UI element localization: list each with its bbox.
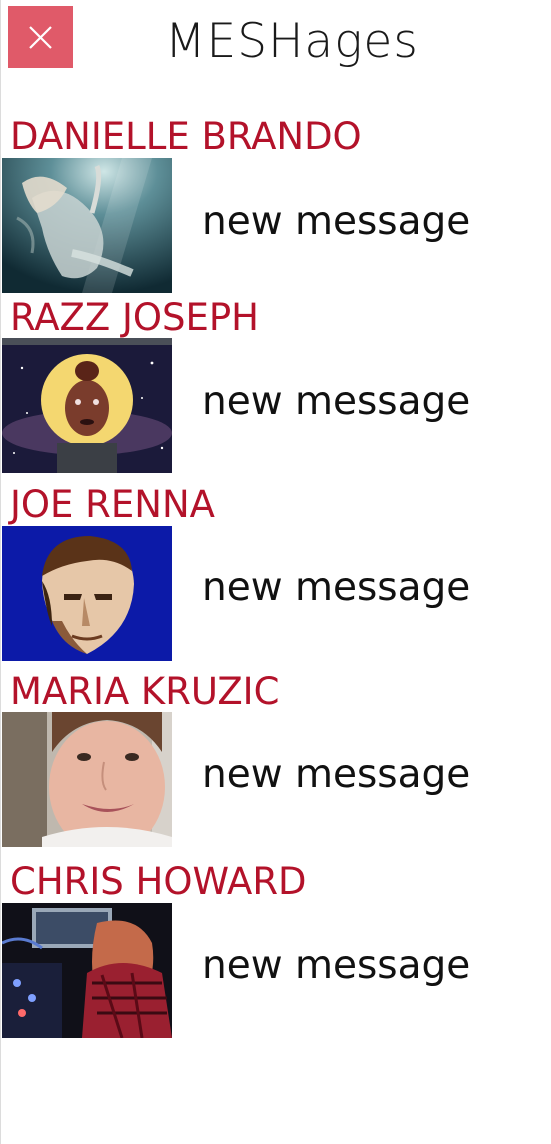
messages-screen: MESHages DANIELLE BRANDO new message RAZ…	[0, 0, 551, 1144]
close-button[interactable]	[8, 6, 73, 68]
contact-name-joe-renna[interactable]: JOE RENNA	[10, 485, 215, 525]
contact-name-chris-howard[interactable]: CHRIS HOWARD	[10, 862, 307, 902]
contact-name-razz-joseph[interactable]: RAZZ JOSEPH	[10, 298, 259, 338]
avatar-razz-joseph[interactable]	[2, 338, 172, 473]
close-icon	[29, 26, 52, 49]
message-preview-maria-kruzic[interactable]: new message	[202, 753, 470, 797]
contact-name-maria-kruzic[interactable]: MARIA KRUZIC	[10, 672, 279, 712]
underwater-portrait-image	[2, 158, 172, 293]
avatar-joe-renna[interactable]	[2, 526, 172, 661]
studio-portrait-image	[2, 903, 172, 1038]
left-divider	[0, 0, 1, 1144]
message-preview-razz-joseph[interactable]: new message	[202, 380, 470, 424]
message-preview-joe-renna[interactable]: new message	[202, 566, 470, 610]
contact-name-danielle-brando[interactable]: DANIELLE BRANDO	[10, 117, 362, 157]
message-preview-danielle-brando[interactable]: new message	[202, 200, 470, 244]
avatar-maria-kruzic[interactable]	[2, 712, 172, 847]
avatar-chris-howard[interactable]	[2, 903, 172, 1038]
app-title: MESHages	[165, 14, 419, 69]
selfie-portrait-image	[2, 712, 172, 847]
space-portrait-image	[2, 338, 172, 473]
message-preview-chris-howard[interactable]: new message	[202, 944, 470, 988]
posterized-portrait-image	[2, 526, 172, 661]
avatar-danielle-brando[interactable]	[2, 158, 172, 293]
